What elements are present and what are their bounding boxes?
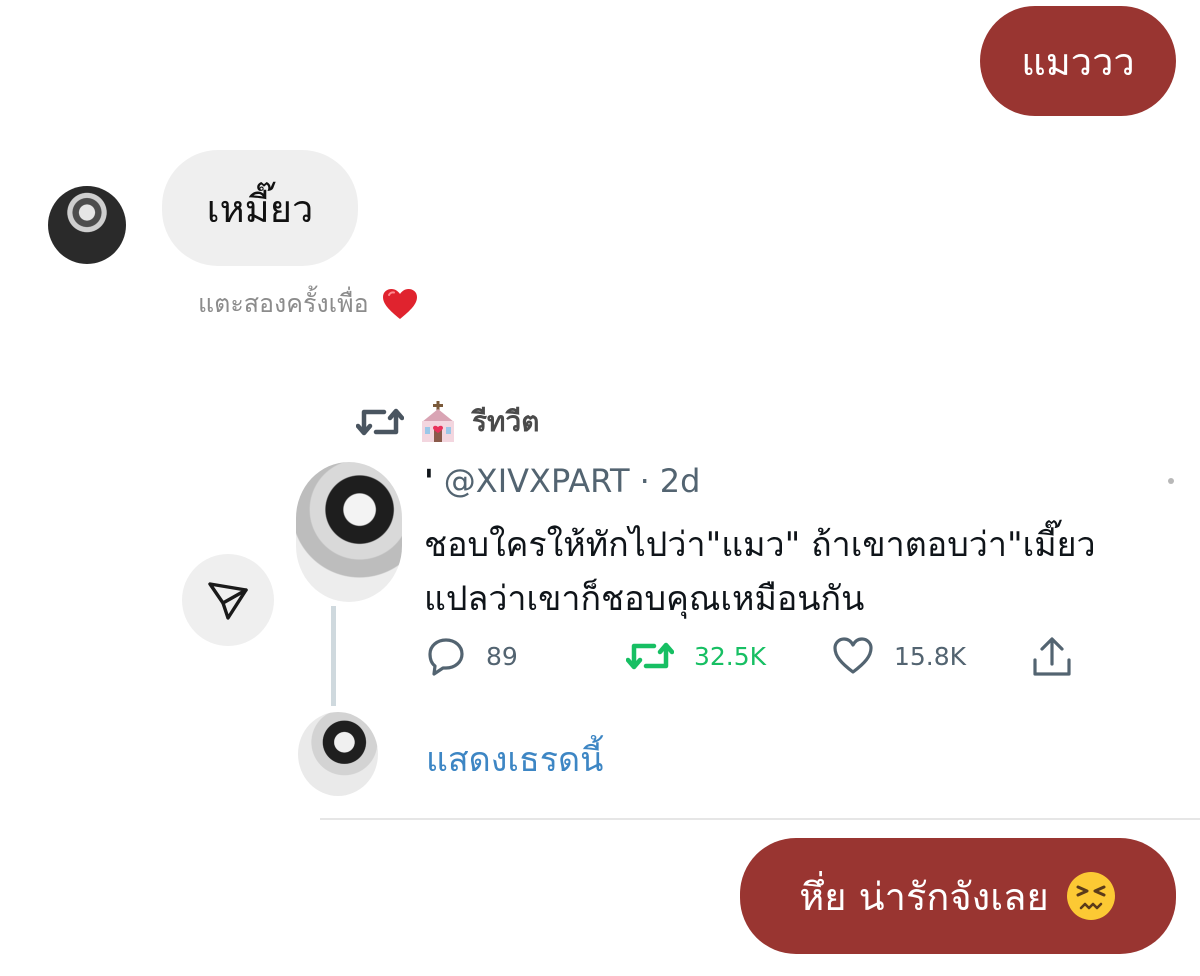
incoming-message-text: เหมี๊ยว [206, 186, 314, 231]
tweet-text: ชอบใครให้ทักไปว่า"แมว" ถ้าเขาตอบว่า"เมี๊… [424, 518, 1200, 626]
tweet-author-avatar[interactable] [296, 462, 402, 602]
dm-conversation: แมววว เหมี๊ยว แตะสองครั้งเพื่อ รีทวีต ' … [0, 0, 1200, 976]
meta-separator: · [639, 462, 650, 500]
reply-count: 89 [486, 641, 518, 671]
outgoing-message-text: แมววว [1021, 39, 1135, 84]
like-count: 15.8K [894, 641, 967, 671]
share-upload-icon [1033, 637, 1071, 676]
retweet-label: รีทวีต [472, 405, 540, 438]
forward-message-button[interactable] [182, 554, 274, 646]
retweet-header: รีทวีต [356, 400, 539, 444]
divider [320, 818, 1200, 820]
retweet-count: 32.5K [694, 641, 767, 671]
author-name-mark: ' [424, 462, 434, 500]
reply-icon [428, 638, 464, 676]
incoming-message-bubble[interactable]: เหมี๊ยว [162, 150, 358, 266]
more-options-icon[interactable] [1168, 478, 1174, 484]
paper-plane-icon [208, 582, 248, 620]
outgoing-message-bubble[interactable]: แมววว [980, 6, 1176, 116]
heart-emoji-icon [382, 289, 417, 319]
retweet-icon [626, 642, 674, 670]
retweet-button[interactable]: 32.5K [626, 636, 766, 676]
retweet-icon [356, 408, 404, 436]
tweet-author-meta[interactable]: ' @XIVXPART · 2d [424, 462, 700, 500]
reaction-hint-text: แตะสองครั้งเพื่อ [198, 289, 369, 318]
persevering-face-emoji-icon [1066, 872, 1115, 920]
reaction-hint[interactable]: แตะสองครั้งเพื่อ [198, 284, 419, 324]
tweet-text-line: แปลว่าเขาก็ชอบคุณเหมือนกัน [424, 579, 865, 619]
thread-connector-line [331, 606, 336, 706]
contact-avatar[interactable] [48, 186, 126, 264]
heart-outline-icon [833, 637, 873, 674]
tweet-text-line: ชอบใครให้ทักไปว่า"แมว" ถ้าเขาตอบว่า"เมี๊… [424, 525, 1096, 565]
outgoing-message-bubble[interactable]: หึ่ย น่ารักจังเลย [740, 838, 1176, 954]
author-handle: @XIVXPART [443, 462, 630, 500]
like-button[interactable]: 15.8K [832, 636, 966, 676]
outgoing-message-text: หึ่ย น่ารักจังเลย [799, 874, 1049, 919]
tweet-age: 2d [659, 462, 701, 500]
reply-button[interactable]: 89 [426, 636, 518, 676]
church-emoji-icon [422, 401, 454, 442]
show-thread-link[interactable]: แสดงเธรดนี้ [426, 732, 603, 786]
share-tweet-button[interactable] [1030, 636, 1074, 678]
thread-author-avatar[interactable] [298, 712, 378, 796]
